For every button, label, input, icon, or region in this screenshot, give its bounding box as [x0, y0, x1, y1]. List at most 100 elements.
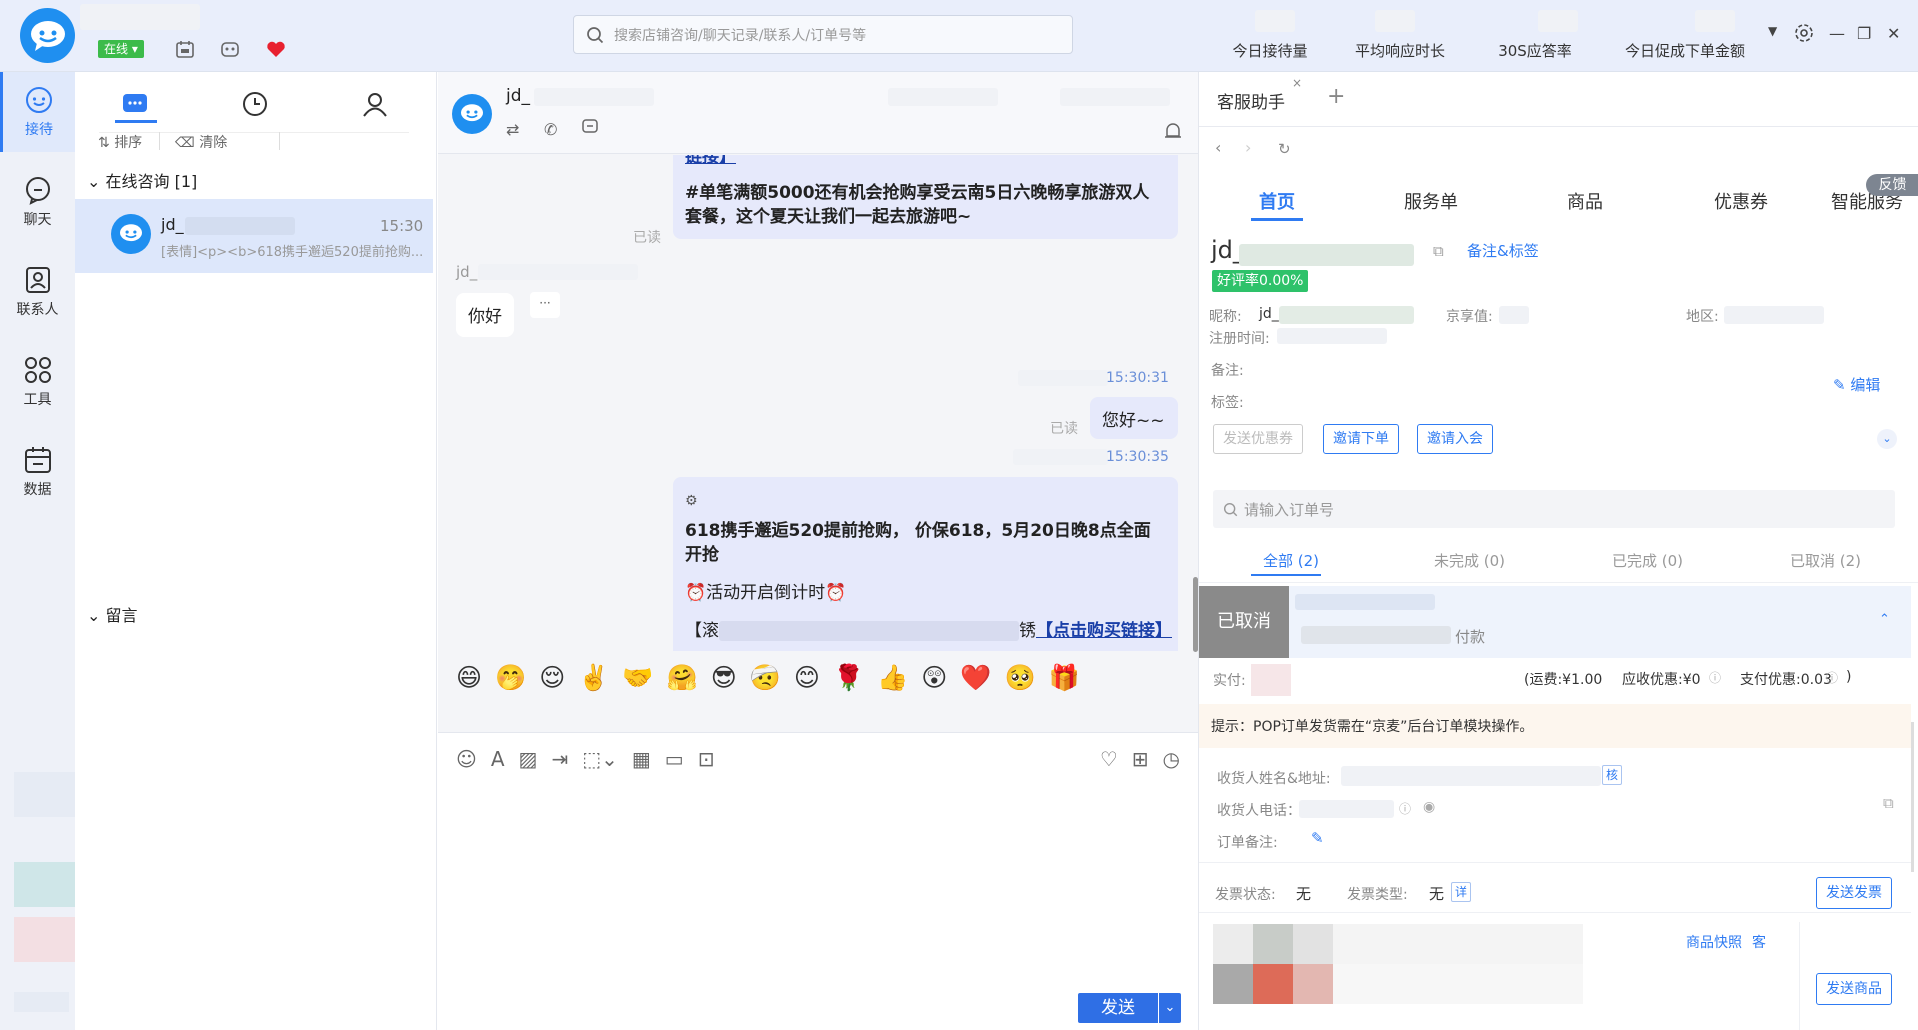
- comment-icon[interactable]: [581, 118, 599, 136]
- message-title: 618携手邂逅520提前抢购， 价保618，5月20日晚8点全面开抢: [685, 521, 1151, 565]
- alarm-icon[interactable]: [1163, 120, 1183, 140]
- phone-icon[interactable]: ✆: [544, 120, 557, 139]
- emoji-item[interactable]: ❤️: [960, 663, 991, 693]
- feedback-button[interactable]: 反馈: [1866, 174, 1918, 196]
- collapse-icon[interactable]: ⌃: [1879, 612, 1890, 627]
- sort-button[interactable]: ⇅ 排序: [98, 132, 142, 152]
- order-tab-cancelled[interactable]: 已取消 (2): [1790, 550, 1861, 571]
- more-button[interactable]: ···: [530, 292, 560, 318]
- nav-reception[interactable]: 接待: [0, 72, 75, 152]
- nav-contacts[interactable]: 联系人: [0, 252, 75, 332]
- tab-service-orders[interactable]: 服务单: [1404, 188, 1458, 214]
- font-icon[interactable]: A: [491, 747, 505, 771]
- back-icon[interactable]: ‹: [1215, 138, 1221, 157]
- send-invoice-button[interactable]: 发送发票: [1816, 877, 1892, 909]
- invite-member-button[interactable]: 邀请入会: [1417, 424, 1493, 454]
- note-tag-link[interactable]: 备注&标签: [1467, 240, 1539, 261]
- order-card-header[interactable]: 已取消 付款 ⌃: [1199, 586, 1911, 658]
- add-tab-icon[interactable]: +: [1327, 84, 1345, 109]
- send-options-dropdown[interactable]: ⌄: [1159, 993, 1181, 1023]
- order-tab-all[interactable]: 全部 (2): [1263, 550, 1319, 571]
- verify-button[interactable]: 核: [1602, 765, 1622, 785]
- tab-history[interactable]: [235, 84, 275, 124]
- eye-icon[interactable]: ◉: [1423, 799, 1435, 815]
- copy-icon[interactable]: ⧉: [1433, 242, 1444, 260]
- emoji-item[interactable]: ✌️: [578, 663, 609, 693]
- tab-home[interactable]: 首页: [1259, 188, 1295, 214]
- gear-icon[interactable]: [1793, 22, 1815, 44]
- conversation-item[interactable]: jd_ 15:30 [表情]<p><b>618携手邂逅520提前抢购...: [75, 199, 433, 273]
- emoji-item[interactable]: 🤗: [667, 663, 698, 693]
- order-tab-completed[interactable]: 已完成 (0): [1612, 550, 1683, 571]
- screenshot-icon[interactable]: ⬚⌄: [582, 747, 618, 771]
- video-icon[interactable]: ▭: [665, 747, 684, 771]
- refresh-icon[interactable]: ↻: [1278, 140, 1291, 158]
- expand-icon[interactable]: ⌄: [1877, 429, 1897, 449]
- tab-products[interactable]: 商品: [1567, 188, 1603, 214]
- online-status-dropdown[interactable]: 在线 ▾: [98, 40, 144, 58]
- edit-button[interactable]: ✎ 编辑: [1833, 374, 1880, 395]
- assistant-tab[interactable]: 客服助手: [1217, 88, 1285, 113]
- invite-order-button[interactable]: 邀请下单: [1323, 424, 1399, 454]
- nav-tools[interactable]: 工具: [0, 342, 75, 422]
- transfer-icon[interactable]: ⇄: [506, 120, 519, 139]
- emoji-item[interactable]: 🤭: [495, 663, 526, 693]
- minimize-icon[interactable]: —: [1829, 24, 1845, 43]
- emoji-item[interactable]: 😎: [711, 663, 737, 693]
- robot-icon[interactable]: [219, 38, 241, 60]
- emoji-item[interactable]: 😲: [921, 663, 947, 693]
- history-icon[interactable]: ◷: [1163, 747, 1180, 771]
- order-search-input[interactable]: 请输入订单号: [1213, 490, 1895, 528]
- copy-icon[interactable]: ⧉: [1883, 794, 1894, 812]
- emoji-item[interactable]: 🎁: [1049, 663, 1080, 693]
- emoji-item[interactable]: 😌: [539, 663, 565, 693]
- help-icon[interactable]: ⓘ: [1709, 669, 1721, 686]
- share-icon[interactable]: ⇥: [551, 747, 568, 771]
- nav-data[interactable]: 数据: [0, 432, 75, 512]
- quick-reply-icon[interactable]: ⊞: [1132, 747, 1149, 771]
- emoji-item[interactable]: 👍: [877, 663, 908, 693]
- close-tab-icon[interactable]: ×: [1292, 76, 1302, 90]
- favorite-icon[interactable]: ♡: [1100, 747, 1118, 771]
- order-tab-incomplete[interactable]: 未完成 (0): [1434, 550, 1505, 571]
- calendar-icon[interactable]: [174, 38, 196, 60]
- customer-link[interactable]: 客: [1752, 932, 1766, 952]
- nav-chat[interactable]: 聊天: [0, 162, 75, 242]
- emoji-item[interactable]: 😄: [456, 663, 482, 693]
- image-icon[interactable]: ▨: [519, 747, 538, 771]
- edit-note-icon[interactable]: ✎: [1311, 829, 1324, 847]
- heart-icon[interactable]: [265, 38, 287, 60]
- send-coupon-button[interactable]: 发送优惠券: [1213, 424, 1303, 454]
- emoji-item[interactable]: 🥺: [1004, 663, 1035, 693]
- dropdown-icon[interactable]: ▼: [1768, 24, 1777, 38]
- help-icon[interactable]: ⓘ: [1399, 800, 1411, 817]
- clear-button[interactable]: ⌫ 清除: [175, 132, 227, 152]
- right-scrollbar[interactable]: [1911, 722, 1914, 872]
- product-snapshot-link[interactable]: 商品快照: [1686, 932, 1742, 952]
- emoji-item[interactable]: 🌹: [833, 663, 864, 693]
- tab-current-chats[interactable]: [115, 84, 155, 124]
- emoji-item[interactable]: 🤝: [622, 663, 653, 693]
- invoice-detail-button[interactable]: 详: [1451, 882, 1471, 902]
- emoji-icon[interactable]: ☺: [456, 747, 477, 771]
- calculator-icon[interactable]: ▦: [632, 747, 651, 771]
- purchase-link[interactable]: 【点击购买链接】: [1036, 621, 1172, 641]
- global-search-input[interactable]: 搜索店铺咨询/聊天记录/联系人/订单号等: [573, 15, 1073, 54]
- close-icon[interactable]: ✕: [1887, 24, 1900, 43]
- message-link[interactable]: 链接】: [685, 155, 1166, 169]
- help-icon[interactable]: ⓘ: [1826, 669, 1838, 686]
- message-input[interactable]: [456, 783, 1176, 953]
- emoji-item[interactable]: 😊: [794, 663, 820, 693]
- forward-icon[interactable]: ›: [1245, 138, 1251, 157]
- tab-coupons[interactable]: 优惠券: [1714, 188, 1768, 214]
- group-messages[interactable]: ⌄ 留言: [87, 602, 138, 626]
- restore-icon[interactable]: ❐: [1857, 24, 1871, 43]
- gift-box-icon[interactable]: ⊡: [698, 747, 715, 771]
- nav-label: 接待: [25, 122, 53, 138]
- tab-contacts[interactable]: [355, 84, 395, 124]
- emoji-item[interactable]: 🤕: [750, 663, 781, 693]
- order-time-blurred: [1301, 626, 1451, 644]
- send-button[interactable]: 发送: [1078, 993, 1158, 1023]
- send-product-button[interactable]: 发送商品: [1816, 973, 1892, 1005]
- group-online-consult[interactable]: ⌄ 在线咨询 [1]: [87, 168, 197, 192]
